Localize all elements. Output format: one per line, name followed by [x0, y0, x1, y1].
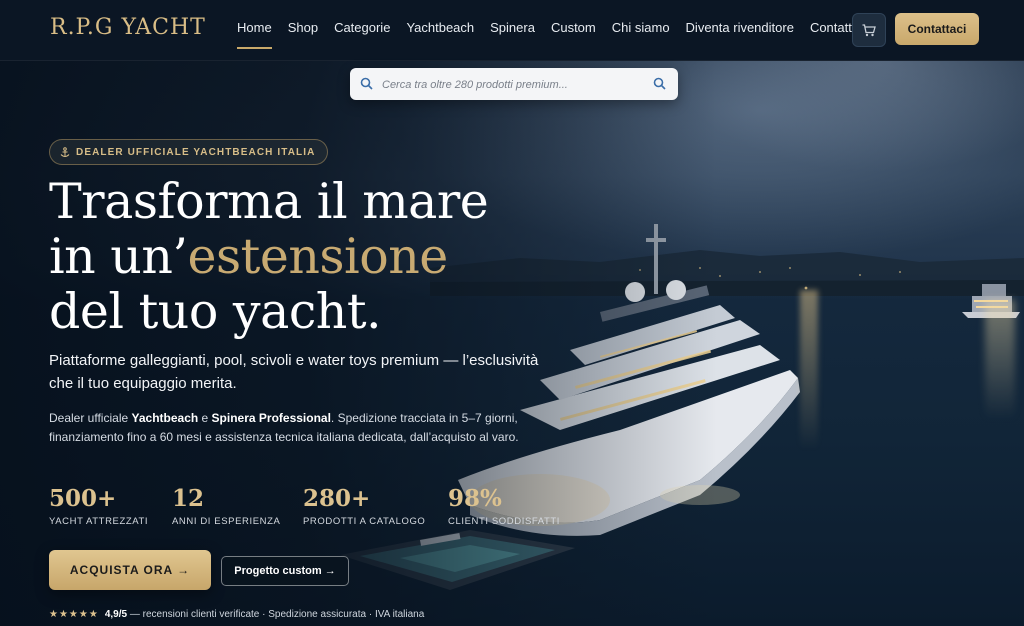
search-input[interactable]	[380, 68, 654, 102]
nav-item-shop[interactable]: Shop	[288, 20, 318, 35]
headline-line-1: Trasforma il mare	[49, 173, 489, 230]
stat-label: PRODOTTI A CATALOGO	[303, 516, 426, 527]
desc-brand-spinera: Spinera Professional	[211, 411, 331, 425]
search-submit-icon[interactable]	[653, 77, 666, 90]
headline-line-2a: in un’	[49, 228, 188, 285]
hero-lead: Piattaforme galleggianti, pool, scivoli …	[49, 352, 539, 392]
nav-item-chi-siamo[interactable]: Chi siamo	[612, 20, 670, 35]
stat-value: 12	[172, 485, 205, 512]
stat-value: 98%	[448, 485, 502, 512]
stat-anni: 12 ANNI DI ESPERIENZA	[172, 485, 303, 528]
stat-yacht: 500+ YACHT ATTREZZATI	[49, 485, 172, 528]
stat-label: YACHT ATTREZZATI	[49, 516, 149, 527]
brand-logo[interactable]: R.P.G YACHT	[50, 15, 206, 40]
desc-part: e	[198, 411, 212, 425]
anchor-icon	[60, 146, 70, 157]
search-icon	[360, 77, 373, 90]
nav-item-diventa-rivenditore[interactable]: Diventa rivenditore	[686, 20, 794, 35]
dealer-badge: DEALER UFFICIALE YACHTBEACH ITALIA	[49, 139, 329, 165]
rating-value: 4,9/5	[104, 609, 128, 620]
stat-clienti: 98% CLIENTI SODDISFATTI	[448, 485, 578, 528]
hero-description: Dealer ufficiale Yachtbeach e Spinera Pr…	[49, 409, 529, 447]
stats-row: 500+ YACHT ATTREZZATI 12 ANNI DI ESPERIE…	[49, 485, 578, 528]
acquista-ora-button[interactable]: ACQUISTA ORA →	[49, 550, 211, 590]
stat-value: 500+	[49, 485, 117, 512]
desc-brand-yachtbeach: Yachtbeach	[131, 411, 199, 425]
hero-headline: Trasforma il mare in un’estensione del t…	[49, 174, 569, 339]
top-navbar: R.P.G YACHT Home Shop Categorie Yachtbea…	[0, 0, 1024, 61]
progetto-custom-button[interactable]: Progetto custom →	[221, 556, 349, 586]
nav-item-spinera[interactable]: Spinera	[490, 20, 535, 35]
search-bar	[350, 68, 678, 102]
trust-text: — recensioni clienti verificate · Spediz…	[127, 609, 425, 620]
contattaci-button[interactable]: Contattaci	[895, 13, 979, 45]
rating-stars: ★★★★★	[49, 609, 99, 620]
cart-icon	[862, 23, 876, 36]
cart-button[interactable]	[852, 13, 886, 47]
headline-line-3: del tuo yacht.	[49, 283, 382, 340]
nav-item-custom[interactable]: Custom	[551, 20, 596, 35]
nav-item-yachtbeach[interactable]: Yachtbeach	[406, 20, 474, 35]
nav-item-home[interactable]: Home	[237, 20, 272, 49]
stat-prodotti: 280+ PRODOTTI A CATALOGO	[303, 485, 448, 528]
badge-text: DEALER UFFICIALE YACHTBEACH ITALIA	[76, 146, 316, 158]
desc-part: Dealer ufficiale	[49, 411, 132, 425]
stat-value: 280+	[303, 485, 371, 512]
main-menu: Home Shop Categorie Yachtbeach Spinera C…	[237, 20, 884, 49]
headline-highlight: estensione	[187, 228, 449, 285]
stat-label: CLIENTI SODDISFATTI	[448, 516, 561, 527]
nav-item-categorie[interactable]: Categorie	[334, 20, 390, 35]
stat-label: ANNI DI ESPERIENZA	[172, 516, 281, 527]
trust-bar: ★★★★★ 4,9/5 — recensioni clienti verifica…	[49, 609, 424, 620]
